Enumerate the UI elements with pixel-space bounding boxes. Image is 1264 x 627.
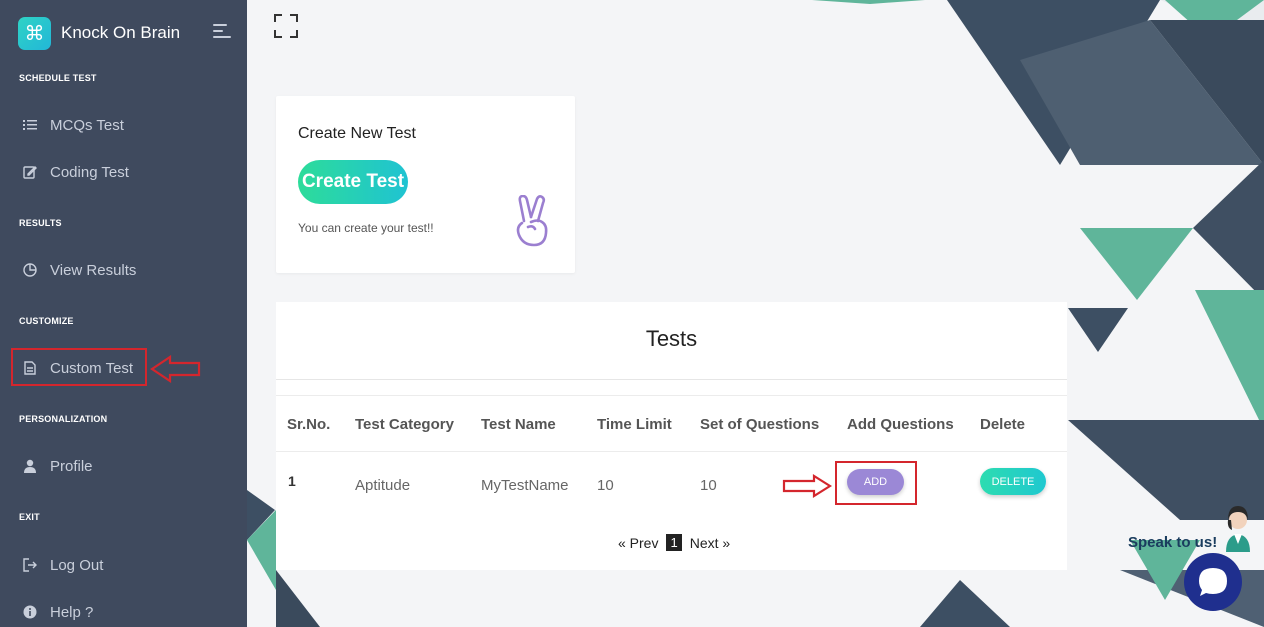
chat-button[interactable] [1184, 553, 1242, 611]
card-title: Create New Test [298, 125, 416, 142]
sidebar-item-label: Log Out [50, 556, 104, 574]
chat-bubble-icon [1199, 568, 1227, 596]
annotation-highlight-box [11, 348, 147, 386]
user-icon [20, 459, 40, 473]
column-header-set-of-questions: Set of Questions [700, 416, 820, 433]
section-title-personalization: PERSONALIZATION [19, 414, 108, 424]
create-test-button[interactable]: Create Test [298, 160, 408, 204]
cell-test-name: MyTestName [481, 477, 569, 494]
brand-name: Knock On Brain [61, 23, 181, 42]
tests-title: Tests [645, 326, 698, 351]
sidebar-item-log-out[interactable]: Log Out [10, 546, 146, 584]
section-title-results: RESULTS [19, 218, 62, 228]
cell-test-category: Aptitude [355, 477, 411, 494]
section-title-exit: EXIT [19, 512, 40, 522]
sidebar-item-profile[interactable]: Profile [10, 447, 146, 485]
sidebar: ⌘ Knock On Brain SCHEDULE TEST MCQs Test… [0, 0, 247, 627]
sidebar-item-help[interactable]: Help ? [10, 593, 146, 627]
next-page-link[interactable]: Next » [690, 535, 730, 551]
divider [276, 395, 1067, 396]
edit-icon [20, 165, 40, 179]
sidebar-item-coding-test[interactable]: Coding Test [10, 153, 146, 191]
column-header-delete: Delete [980, 416, 1026, 433]
brand-logo-icon: ⌘ [18, 16, 51, 50]
card-subtitle: You can create your test!! [298, 221, 434, 235]
menu-toggle-icon[interactable] [213, 24, 231, 40]
sidebar-item-mcqs-test[interactable]: MCQs Test [10, 106, 146, 144]
logout-icon [20, 558, 40, 572]
section-title-customize: CUSTOMIZE [19, 316, 74, 326]
sidebar-item-label: Help ? [50, 603, 94, 621]
annotation-arrow-left-icon [150, 355, 201, 383]
column-header-time-limit: Time Limit [597, 416, 672, 433]
chat-label[interactable]: Speak to us! [1128, 534, 1217, 551]
list-icon [20, 119, 40, 131]
cell-set-of-questions: 10 [700, 477, 717, 494]
section-title-schedule-test: SCHEDULE TEST [19, 73, 97, 83]
pagination: « Prev 1 Next » [618, 534, 730, 551]
column-header-test-name: Test Name [481, 416, 556, 433]
divider [276, 379, 1067, 380]
divider [276, 451, 1067, 452]
tests-card: Tests Sr.No. Test Category Test Name Tim… [276, 302, 1067, 570]
cell-sr-no: 1 [288, 473, 296, 489]
sidebar-item-label: View Results [50, 261, 137, 279]
peace-hand-icon [516, 195, 548, 247]
current-page[interactable]: 1 [666, 534, 682, 551]
create-test-card: Create New Test Create Test You can crea… [276, 96, 575, 273]
column-header-test-category: Test Category [355, 416, 454, 433]
annotation-arrow-right-icon [782, 474, 832, 498]
prev-page-link[interactable]: « Prev [618, 535, 658, 551]
column-header-add-questions: Add Questions [847, 416, 954, 433]
brand: ⌘ Knock On Brain [18, 16, 233, 50]
sidebar-item-view-results[interactable]: View Results [10, 251, 146, 289]
delete-button[interactable]: DELETE [980, 468, 1046, 495]
column-header-sr-no: Sr.No. [287, 416, 331, 433]
fullscreen-icon[interactable] [274, 14, 298, 38]
sidebar-item-label: Profile [50, 457, 93, 475]
sidebar-item-label: Coding Test [50, 163, 129, 181]
sidebar-item-label: MCQs Test [50, 116, 124, 134]
pie-chart-icon [20, 263, 40, 277]
cell-time-limit: 10 [597, 477, 614, 494]
support-agent-icon [1226, 506, 1250, 552]
info-icon [20, 605, 40, 619]
add-questions-button[interactable]: ADD [847, 469, 904, 495]
